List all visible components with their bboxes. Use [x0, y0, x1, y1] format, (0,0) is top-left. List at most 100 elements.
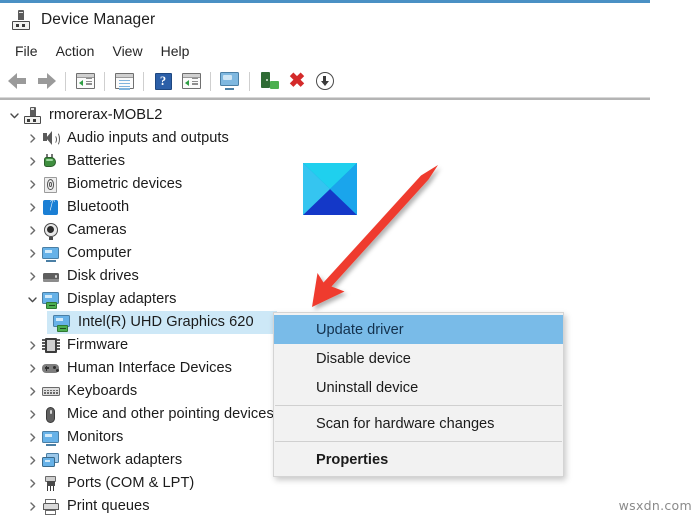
tree-item-label: Intel(R) UHD Graphics 620	[78, 314, 254, 331]
keyboard-icon	[41, 382, 60, 401]
mouse-icon	[41, 405, 60, 424]
toolbar-separator	[210, 71, 211, 91]
chevron-right-icon[interactable]	[24, 409, 41, 420]
tree-item-label: Monitors	[67, 429, 124, 446]
chevron-down-icon[interactable]	[24, 294, 41, 305]
context-menu-separator	[275, 441, 562, 442]
back-arrow-icon[interactable]	[5, 68, 31, 94]
context-menu-separator	[275, 405, 562, 406]
battery-icon	[41, 152, 60, 171]
toolbar-divider-shadow	[0, 98, 650, 100]
speaker-icon	[41, 129, 60, 148]
computer-icon	[23, 106, 42, 125]
tree-row-cameras[interactable]: Cameras	[0, 219, 650, 242]
tree-item-label: Audio inputs and outputs	[67, 130, 229, 147]
context-menu-item-label: Uninstall device	[316, 379, 419, 396]
port-icon	[41, 474, 60, 493]
chevron-right-icon[interactable]	[24, 133, 41, 144]
tree-row-display-adapters[interactable]: Display adapters	[0, 288, 650, 311]
camera-icon	[41, 221, 60, 240]
chevron-right-icon[interactable]	[24, 202, 41, 213]
chevron-right-icon[interactable]	[24, 340, 41, 351]
context-menu[interactable]: Update driver Disable device Uninstall d…	[273, 312, 564, 477]
chevron-right-icon[interactable]	[24, 386, 41, 397]
properties-icon[interactable]	[111, 68, 137, 94]
context-menu-item-disable-device[interactable]: Disable device	[274, 344, 563, 373]
toolbar: ? ✖	[0, 66, 650, 96]
toolbar-separator	[249, 71, 250, 91]
forward-arrow-icon[interactable]	[33, 68, 59, 94]
disk-icon	[41, 267, 60, 286]
firmware-icon	[41, 336, 60, 355]
tree-row-disk-drives[interactable]: Disk drives	[0, 265, 650, 288]
hid-gamepad-icon	[41, 359, 60, 378]
toolbar-separator	[143, 71, 144, 91]
tree-item-label: Mice and other pointing devices	[67, 406, 274, 423]
display-adapter-icon	[52, 313, 71, 332]
tree-item-label: Biometric devices	[67, 176, 183, 193]
menu-help[interactable]: Help	[152, 40, 199, 62]
chevron-right-icon[interactable]	[24, 455, 41, 466]
tree-item-label: Display adapters	[67, 291, 177, 308]
context-menu-item-label: Update driver	[316, 321, 404, 338]
tree-row-root[interactable]: rmorerax-MOBL2	[0, 104, 650, 127]
watermark: wsxdn.com	[618, 498, 692, 513]
tree-item-label: Bluetooth	[67, 199, 130, 216]
tree-item-label: Disk drives	[67, 268, 139, 285]
chevron-right-icon[interactable]	[24, 432, 41, 443]
network-adapter-icon	[41, 451, 60, 470]
update-driver-icon[interactable]	[217, 68, 243, 94]
menu-view[interactable]: View	[103, 40, 151, 62]
show-hide-action-pane-icon[interactable]	[178, 68, 204, 94]
chevron-right-icon[interactable]	[24, 156, 41, 167]
window-title: Device Manager	[41, 11, 156, 28]
monitor-icon	[41, 244, 60, 263]
context-menu-item-label: Properties	[316, 451, 389, 468]
tree-item-label: Cameras	[67, 222, 127, 239]
chevron-right-icon[interactable]	[24, 271, 41, 282]
context-menu-item-update-driver[interactable]: Update driver	[274, 315, 563, 344]
fingerprint-icon	[41, 175, 60, 194]
context-menu-item-label: Scan for hardware changes	[316, 415, 495, 432]
chevron-right-icon[interactable]	[24, 363, 41, 374]
printer-icon	[41, 497, 60, 516]
bluetooth-icon: ᛏ	[41, 198, 60, 217]
tree-row-audio[interactable]: Audio inputs and outputs	[0, 127, 650, 150]
chevron-right-icon[interactable]	[24, 179, 41, 190]
uninstall-device-icon[interactable]: ✖	[284, 68, 310, 94]
chevron-right-icon[interactable]	[24, 248, 41, 259]
tree-row-computer[interactable]: Computer	[0, 242, 650, 265]
scan-for-hardware-changes-icon[interactable]	[256, 68, 282, 94]
chevron-right-icon[interactable]	[24, 501, 41, 512]
toolbar-separator	[104, 71, 105, 91]
tree-item-label: Batteries	[67, 153, 126, 170]
menu-action[interactable]: Action	[47, 40, 104, 62]
help-icon[interactable]: ?	[150, 68, 176, 94]
chevron-right-icon[interactable]	[24, 225, 41, 236]
disable-device-icon[interactable]	[312, 68, 338, 94]
monitor-icon	[41, 428, 60, 447]
tree-item-label: Firmware	[67, 337, 129, 354]
tree-item-label: Network adapters	[67, 452, 183, 469]
device-manager-icon	[11, 10, 31, 30]
tree-root-label: rmorerax-MOBL2	[49, 107, 163, 124]
show-hide-console-tree-icon[interactable]	[72, 68, 98, 94]
chevron-down-icon[interactable]	[6, 110, 23, 121]
context-menu-item-label: Disable device	[316, 350, 411, 367]
context-menu-item-properties[interactable]: Properties	[274, 445, 563, 474]
menu-bar: File Action View Help	[0, 38, 650, 64]
display-adapter-icon	[41, 290, 60, 309]
blue-x-logo	[303, 163, 357, 215]
context-menu-item-uninstall-device[interactable]: Uninstall device	[274, 373, 563, 402]
menu-file[interactable]: File	[6, 40, 47, 62]
chevron-right-icon[interactable]	[24, 478, 41, 489]
title-bar: Device Manager	[0, 3, 650, 37]
tree-item-label: Keyboards	[67, 383, 138, 400]
tree-item-label: Ports (COM & LPT)	[67, 475, 195, 492]
toolbar-separator	[65, 71, 66, 91]
tree-item-label: Print queues	[67, 498, 150, 515]
context-menu-item-scan-for-hardware-changes[interactable]: Scan for hardware changes	[274, 409, 563, 438]
tree-item-label: Computer	[67, 245, 132, 262]
tree-item-label: Human Interface Devices	[67, 360, 232, 377]
tree-row-print-queues[interactable]: Print queues	[0, 495, 650, 518]
